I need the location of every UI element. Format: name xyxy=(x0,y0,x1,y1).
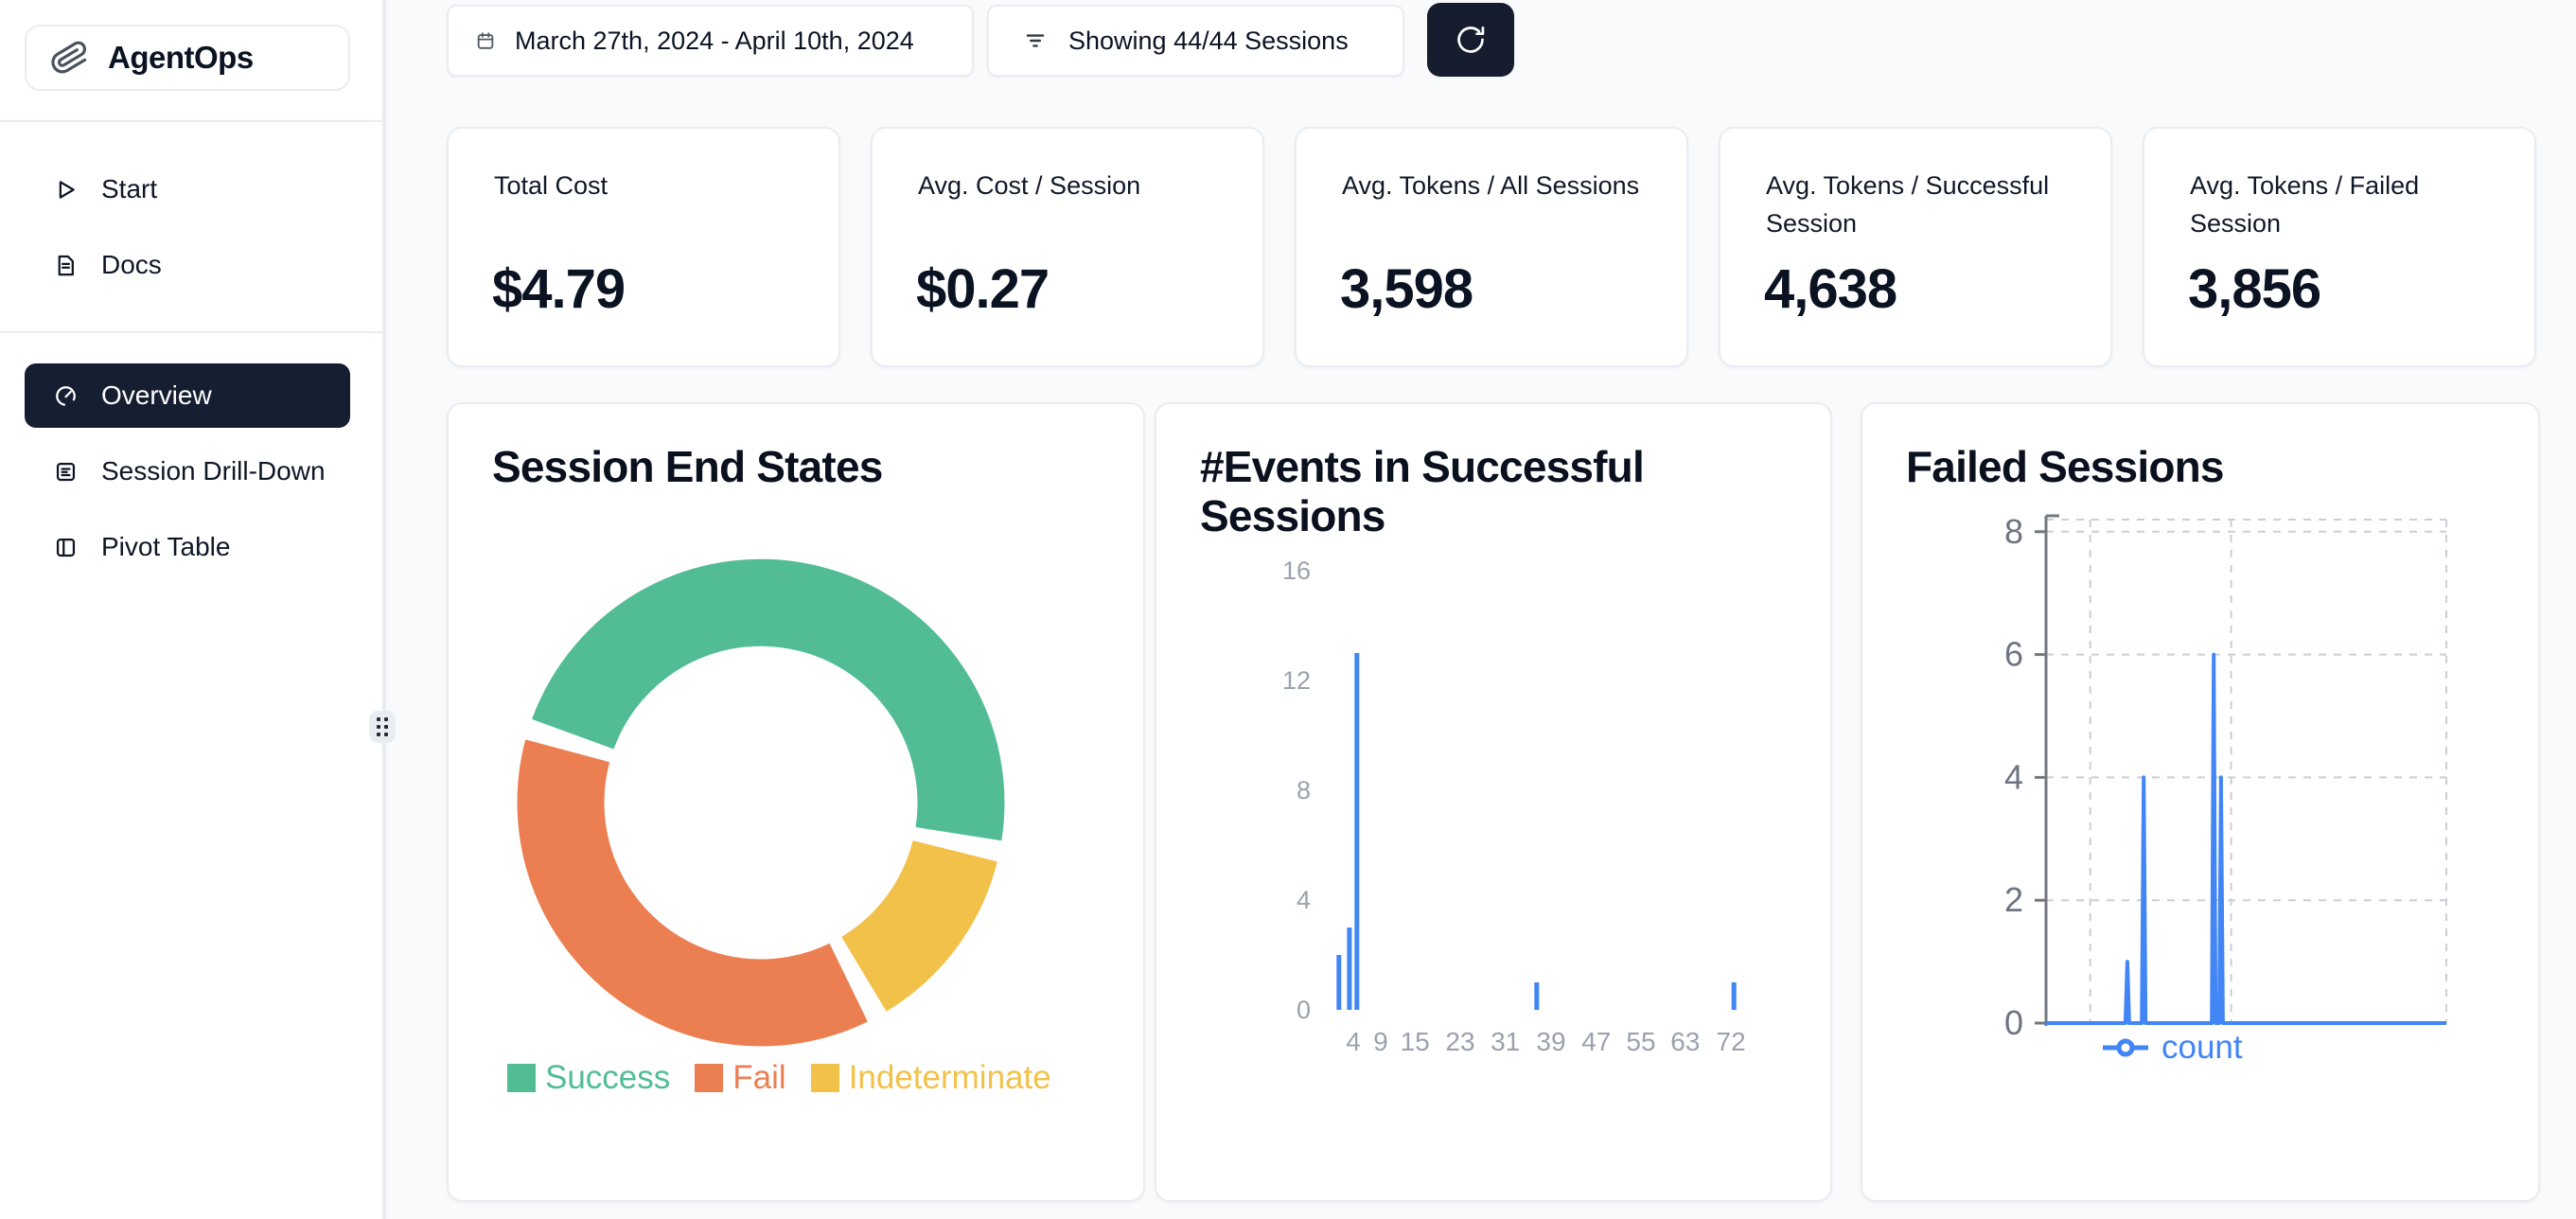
sidebar-divider xyxy=(0,120,382,122)
y-tick-label: 8 xyxy=(2004,512,2023,551)
logo-card[interactable]: AgentOps xyxy=(25,25,350,91)
stat-card-total-cost: Total Cost $4.79 xyxy=(447,127,840,367)
x-tick-label: 9 xyxy=(1373,1027,1388,1056)
count-legend-label: count xyxy=(2161,1029,2243,1067)
x-tick-label: 47 xyxy=(1581,1027,1611,1056)
stat-label: Avg. Tokens / Failed Session xyxy=(2190,167,2489,242)
donut-legend: Success Fail Indeterminate xyxy=(507,1059,1051,1097)
sidebar-divider xyxy=(0,331,382,333)
gauge-icon xyxy=(53,383,79,409)
x-tick-label: 15 xyxy=(1401,1027,1430,1056)
list-box-icon xyxy=(53,459,79,485)
x-tick-label: 39 xyxy=(1536,1027,1565,1056)
count-legend-marker xyxy=(2101,1036,2150,1059)
sessions-filter-button[interactable]: Showing 44/44 Sessions xyxy=(987,5,1404,77)
agentops-dashboard: AgentOps Start Docs Overview xyxy=(0,0,2576,1219)
count-series-legend[interactable]: count xyxy=(2101,1029,2243,1067)
stat-label: Avg. Cost / Session xyxy=(918,167,1217,204)
session-end-states-card: Session End States SuccessFailIndetermin… xyxy=(447,402,1145,1202)
calendar-icon xyxy=(475,30,496,51)
sidebar-item-overview[interactable]: Overview xyxy=(25,363,350,428)
y-tick-label: 8 xyxy=(1297,776,1311,804)
sidebar: AgentOps Start Docs Overview xyxy=(0,0,386,1219)
bar-value-2 xyxy=(1336,955,1341,1010)
sidebar-item-pivot-table[interactable]: Pivot Table xyxy=(25,515,350,579)
stat-value: 4,638 xyxy=(1764,257,1897,321)
y-tick-label: 4 xyxy=(1297,886,1311,914)
grip-dots-icon xyxy=(376,716,389,737)
sidebar-item-session-drill-down[interactable]: Session Drill-Down xyxy=(25,439,350,504)
y-tick-label: 4 xyxy=(2004,757,2023,796)
panel-split-icon xyxy=(53,535,79,560)
sidebar-item-label: Overview xyxy=(101,380,212,411)
legend-swatch xyxy=(507,1064,536,1092)
stat-card-avg-tokens-successful: Avg. Tokens / Successful Session 4,638 xyxy=(1719,127,2112,367)
stat-label: Total Cost xyxy=(494,167,793,204)
donut-slice-indeterminate xyxy=(864,851,955,974)
sidebar-item-label: Session Drill-Down xyxy=(101,456,326,486)
agentops-logo-icon xyxy=(51,39,89,77)
stat-card-avg-tokens-all: Avg. Tokens / All Sessions 3,598 xyxy=(1295,127,1688,367)
y-tick-label: 0 xyxy=(1297,996,1311,1024)
docs-icon xyxy=(53,253,79,278)
stat-value: 3,598 xyxy=(1340,257,1473,321)
events-in-successful-sessions-card: #Events in Successful Sessions 161284049… xyxy=(1155,402,1832,1202)
y-tick-label: 2 xyxy=(2004,880,2023,919)
legend-label: Fail xyxy=(732,1059,785,1097)
sidebar-item-label: Docs xyxy=(101,250,162,280)
refresh-icon xyxy=(1454,23,1488,57)
date-range-button[interactable]: March 27th, 2024 - April 10th, 2024 xyxy=(447,5,974,77)
sidebar-item-start[interactable]: Start xyxy=(25,157,350,221)
y-tick-label: 12 xyxy=(1282,666,1311,695)
sidebar-item-label: Pivot Table xyxy=(101,532,230,562)
legend-label: Success xyxy=(545,1059,670,1097)
refresh-button[interactable] xyxy=(1427,3,1514,77)
sidebar-item-docs[interactable]: Docs xyxy=(25,233,350,297)
stat-value: $4.79 xyxy=(492,257,625,321)
bar-value-3 xyxy=(1347,928,1351,1010)
x-tick-label: 72 xyxy=(1717,1027,1746,1056)
bar-value-13 xyxy=(1354,653,1359,1010)
bar-value-1 xyxy=(1534,982,1539,1010)
legend-swatch xyxy=(695,1064,723,1092)
x-tick-label: 55 xyxy=(1626,1027,1655,1056)
legend-swatch xyxy=(811,1064,839,1092)
date-range-label: March 27th, 2024 - April 10th, 2024 xyxy=(515,26,914,56)
bar-value-1 xyxy=(1732,982,1737,1010)
count-series-line xyxy=(2046,655,2446,1023)
stat-label: Avg. Tokens / Successful Session xyxy=(1766,167,2065,242)
x-tick-label: 63 xyxy=(1670,1027,1700,1056)
failed-sessions-line-chart: 8 6 4 2 0 xyxy=(1862,404,2542,1204)
failed-sessions-card: Failed Sessions 86420 count xyxy=(1861,402,2540,1202)
y-tick-label: 0 xyxy=(2004,1003,2023,1042)
sidebar-item-label: Start xyxy=(101,174,157,204)
stat-value: 3,856 xyxy=(2188,257,2320,321)
stat-value: $0.27 xyxy=(916,257,1049,321)
legend-label: Indeterminate xyxy=(849,1059,1051,1097)
donut-slice-success xyxy=(573,603,961,834)
filter-lines-icon xyxy=(1023,28,1048,53)
stat-label: Avg. Tokens / All Sessions xyxy=(1342,167,1641,204)
events-bar-chart: 1612840491523313947556372 xyxy=(1156,404,1834,1204)
logo-label: AgentOps xyxy=(108,40,254,76)
legend-item-fail[interactable]: Fail xyxy=(695,1059,785,1097)
legend-point xyxy=(2119,1041,2132,1054)
sidebar-resize-handle[interactable] xyxy=(369,711,396,743)
donut-slice-fail xyxy=(561,751,849,1002)
y-tick-label: 6 xyxy=(2004,635,2023,674)
x-tick-label: 23 xyxy=(1445,1027,1474,1056)
stat-card-avg-cost-session: Avg. Cost / Session $0.27 xyxy=(871,127,1264,367)
legend-item-indeterminate[interactable]: Indeterminate xyxy=(811,1059,1051,1097)
y-tick-label: 16 xyxy=(1282,556,1311,585)
stat-card-avg-tokens-failed: Avg. Tokens / Failed Session 3,856 xyxy=(2143,127,2536,367)
x-tick-label: 4 xyxy=(1346,1027,1361,1056)
x-tick-label: 31 xyxy=(1491,1027,1520,1056)
play-icon xyxy=(53,177,79,203)
sessions-filter-label: Showing 44/44 Sessions xyxy=(1068,26,1349,56)
legend-item-success[interactable]: Success xyxy=(507,1059,670,1097)
